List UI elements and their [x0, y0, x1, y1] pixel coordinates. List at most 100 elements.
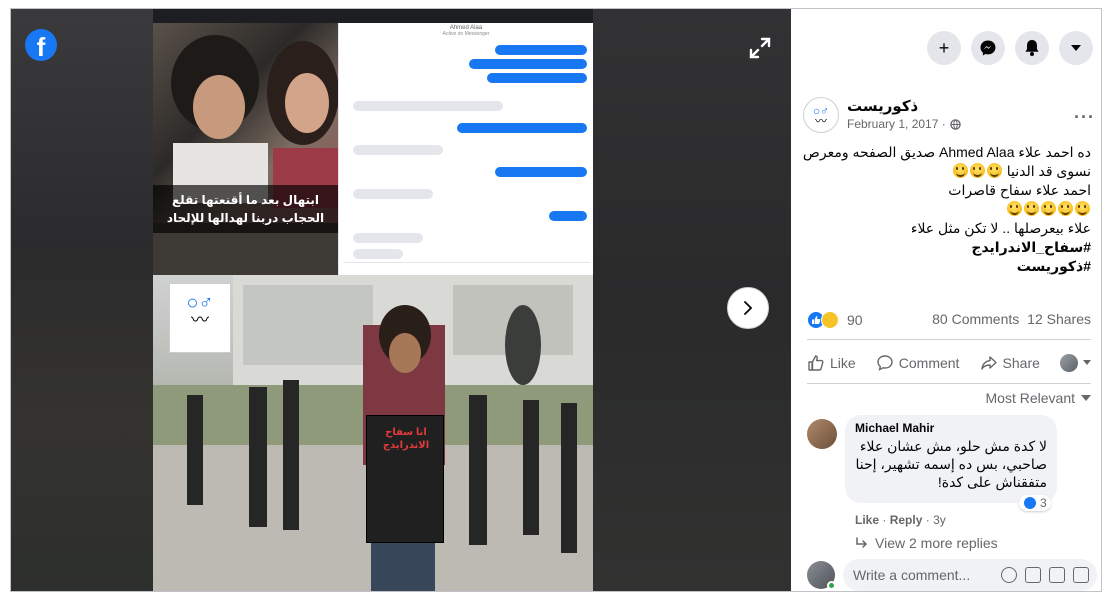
chat-subtitle: Active on Messenger [442, 31, 490, 37]
laughing-emoji-icon [1024, 201, 1039, 216]
caret-down-icon [1071, 45, 1081, 51]
page-avatar[interactable]: ○♂ 〰 [803, 97, 839, 133]
composer-tools [1001, 567, 1089, 583]
photo-caption-text: ابتهال بعد ما أقنعتها تقلع الحجاب دربنا … [153, 185, 338, 233]
thumbs-up-glyph [812, 316, 821, 324]
thumbs-up-icon [808, 355, 824, 371]
laughing-emoji-icon [1075, 201, 1090, 216]
post-date-text: February 1, 2017 · [847, 117, 946, 131]
haha-reaction-icon [821, 311, 839, 329]
top-actions: + [927, 31, 1093, 65]
divider [807, 339, 1091, 340]
create-button[interactable]: + [927, 31, 961, 65]
page-logo-sign: ○♂ 〰 [169, 283, 231, 353]
post-line-text: نسوى قد الدنيا [1006, 163, 1091, 179]
viewer-blur-left [11, 9, 153, 591]
emoji-icon[interactable] [1001, 567, 1017, 583]
reactions-summary[interactable]: 90 [807, 311, 863, 329]
comment-reply-action[interactable]: Reply [890, 513, 923, 527]
protest-poster: انا سفاح الاندرايدج [366, 415, 444, 543]
laughing-emoji-icon [986, 163, 1002, 178]
share-icon [980, 356, 997, 370]
comments-shares-summary: 80 Comments 12 Shares [932, 311, 1091, 327]
view-replies-link[interactable]: View 2 more replies [855, 535, 998, 551]
share-button[interactable]: Share [980, 354, 1040, 372]
comment-reaction-count[interactable]: 3 [1019, 495, 1051, 511]
meta-sep: · [882, 513, 887, 527]
caret-down-icon [1081, 394, 1091, 401]
reactions-count: 90 [847, 312, 863, 328]
post-line: ده احمد علاء Ahmed Alaa صديق الصفحه ومعر… [802, 144, 1091, 160]
messenger-icon [980, 40, 996, 56]
comment-icon [877, 355, 893, 371]
comment-input[interactable]: Write a comment... [843, 559, 1097, 591]
photo-viewer: f ابتهال بعد ما أقنعتها تقلع الحجاب دربن… [11, 9, 791, 591]
plus-icon: + [938, 37, 950, 58]
comment-sort-dropdown[interactable]: Most Relevant [986, 390, 1091, 406]
hashtag-link[interactable]: #ذكوريست [807, 257, 1091, 276]
messenger-button[interactable] [971, 31, 1005, 65]
sticker-icon[interactable] [1073, 567, 1089, 583]
post-side-panel: + ○♂ 〰 ذكوريست February 1, 2017 · ··· ده… [791, 9, 1101, 591]
facebook-logo-icon[interactable]: f [25, 29, 57, 62]
globe-icon [949, 118, 961, 130]
gif-icon[interactable] [1049, 567, 1065, 583]
chat-bubble-in [353, 189, 433, 199]
post-line-2: نسوى قد الدنيا [807, 162, 1091, 181]
comments-count[interactable]: 80 Comments [932, 311, 1019, 327]
comment-bubble: Michael Mahir لا كدة مش حلو، مش عشان علا… [845, 415, 1057, 503]
like-label: Like [830, 355, 856, 371]
chat-bubble-in [353, 145, 443, 155]
poster-text: انا سفاح الاندرايدج [382, 427, 430, 451]
comment-age: 3y [933, 513, 946, 527]
commenter-name[interactable]: Michael Mahir [855, 421, 1047, 435]
comment-input-placeholder: Write a comment... [853, 567, 971, 583]
chat-bubble-out [549, 211, 587, 221]
next-photo-button[interactable] [727, 287, 769, 329]
laughing-emoji-icon [1058, 201, 1073, 216]
hashtag-link[interactable]: #سفاح_الاندرايدج [807, 238, 1091, 257]
online-status-dot [827, 581, 836, 590]
chat-bubble-in [353, 249, 403, 259]
comment-text: لا كدة مش حلو، مش عشان علاء صاحبي، بس ده… [855, 438, 1047, 490]
comment-like-count: 3 [1040, 496, 1047, 510]
like-button[interactable]: Like [807, 354, 856, 372]
user-avatar [1059, 354, 1078, 372]
chat-title: Ahmed Alaa [449, 25, 483, 31]
street-photo: ○♂ 〰 انا سفاح الاندرايدج [153, 275, 593, 591]
post-date[interactable]: February 1, 2017 · [847, 117, 961, 131]
more-options-icon[interactable]: ··· [1074, 107, 1095, 128]
chat-input-bar [343, 262, 590, 272]
post-line: علاء بيعرصلها .. لا تكن مثل علاء [910, 220, 1091, 236]
comment-composer: Write a comment... [807, 559, 1097, 591]
divider [807, 383, 1091, 384]
account-menu-button[interactable] [1059, 31, 1093, 65]
post-actions: Like Comment Share [807, 351, 1091, 375]
view-replies-text: View 2 more replies [875, 535, 998, 551]
commenter-avatar[interactable] [807, 419, 837, 449]
share-label: Share [1002, 355, 1040, 371]
comment-button[interactable]: Comment [876, 354, 959, 372]
camera-icon[interactable] [1025, 567, 1041, 583]
chat-bubble-in [353, 233, 423, 243]
chat-bubble-out [457, 123, 587, 133]
post-photo: ابتهال بعد ما أقنعتها تقلع الحجاب دربنا … [153, 23, 593, 591]
page-name[interactable]: ذكوريست [847, 97, 918, 115]
chat-bubble-out [469, 59, 587, 69]
mustache-icon: 〰 [814, 114, 827, 128]
share-as-selector[interactable] [1059, 354, 1091, 372]
mustache-icon: 〰 [191, 310, 209, 330]
laughing-emoji-icon [952, 163, 968, 178]
comment-like-action[interactable]: Like [855, 513, 879, 527]
chat-bubble-out [495, 167, 587, 177]
like-reaction-icon [1023, 496, 1037, 510]
shares-count[interactable]: 12 Shares [1027, 311, 1091, 327]
chat-bubble-out [495, 45, 587, 55]
comment-meta: Like · Reply · 3y [855, 513, 946, 527]
notifications-button[interactable] [1015, 31, 1049, 65]
chevron-right-icon [744, 301, 753, 315]
expand-icon[interactable] [749, 37, 771, 59]
messenger-screenshot: Ahmed Alaa Active on Messenger [338, 23, 593, 275]
post-line: احمد علاء سفاح قاصرات [948, 182, 1091, 198]
chat-bubble-out [487, 73, 587, 83]
